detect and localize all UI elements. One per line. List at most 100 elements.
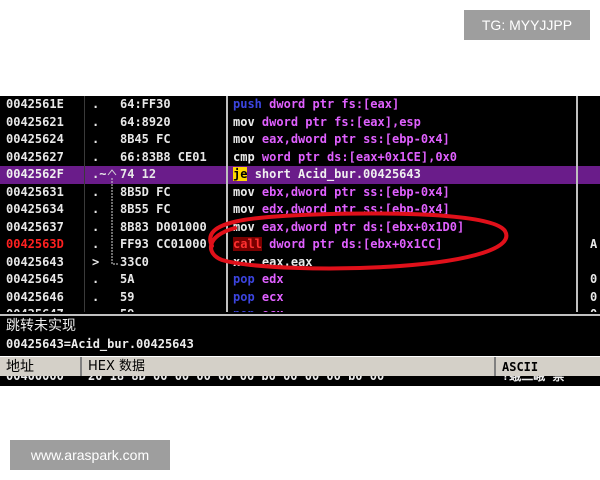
disasm-mnemonic: mov bbox=[233, 114, 255, 129]
disasm-comment: 0 bbox=[590, 289, 598, 304]
disasm-jump-flag: . bbox=[92, 184, 100, 199]
site-watermark: www.araspark.com bbox=[10, 440, 170, 470]
disasm-address: 00425647 bbox=[6, 306, 64, 312]
disasm-address: 00425637 bbox=[6, 219, 64, 234]
disasm-instruction: pop edx bbox=[233, 271, 284, 289]
disasm-address: 00425621 bbox=[6, 114, 64, 129]
disasm-instruction: mov eax,dword ptr ss:[ebp-0x4] bbox=[233, 131, 450, 149]
disasm-instruction: mov dword ptr fs:[eax],esp bbox=[233, 114, 421, 132]
disasm-mnemonic: pop bbox=[233, 272, 255, 286]
disasm-operands: ecx bbox=[262, 307, 284, 312]
tg-watermark: TG: MYYJJPP bbox=[464, 10, 590, 40]
disasm-instruction: xor eax,eax bbox=[233, 254, 313, 272]
disasm-instruction: pop ecx bbox=[233, 306, 284, 312]
disasm-mnemonic: call bbox=[233, 237, 262, 251]
disasm-row[interactable]: 00425627. 66:83B8 CE01 cmp word ptr ds:[ea… bbox=[0, 149, 600, 167]
disasm-operands: eax,dword ptr ss:[ebp-0x4] bbox=[261, 132, 450, 146]
disasm-hex-bytes: 59 bbox=[120, 306, 224, 312]
disasm-row[interactable]: 00425631. 8B5D FC mov ebx,dword ptr ss:[eb… bbox=[0, 184, 600, 202]
column-divider-hex[interactable] bbox=[226, 96, 228, 312]
disasm-instruction: cmp word ptr ds:[eax+0x1CE],0x0 bbox=[233, 149, 457, 167]
disasm-row[interactable]: 0042561E. 64:FF30 push dword ptr fs:[eax] bbox=[0, 96, 600, 114]
disasm-row[interactable]: 00425637. 8B83 D001000 mov eax,dword ptr d… bbox=[0, 219, 600, 237]
disasm-jump-flag: . bbox=[92, 272, 100, 286]
disasm-address: 00425643 bbox=[6, 254, 64, 269]
disasm-address: 0042563D bbox=[6, 237, 64, 251]
jump-status-text: 跳转未实现 bbox=[6, 318, 76, 334]
disassembly-pane[interactable]: 0042561E. 64:FF30 push dword ptr fs:[eax] 0… bbox=[0, 96, 600, 312]
dump-row-ascii: ?蛾二峨 崇 bbox=[502, 376, 565, 383]
disasm-comment: 0 bbox=[590, 272, 598, 286]
disasm-row[interactable]: 00425647. 59 pop ecx 0 bbox=[0, 306, 600, 312]
disasm-row[interactable]: 00425645. 5A pop edx 0 bbox=[0, 271, 600, 289]
disasm-hex-bytes: 59 bbox=[120, 289, 135, 304]
disasm-address: 0042562F bbox=[6, 167, 64, 181]
disasm-jump-flag: . bbox=[92, 306, 99, 312]
jump-target-text: 00425643=Acid_bur.00425643 bbox=[6, 337, 194, 351]
disasm-operands: dword ptr ds:[ebx+0x1CC] bbox=[269, 237, 443, 251]
debugger-panel: 0042561E. 64:FF30 push dword ptr fs:[eax] 0… bbox=[0, 96, 600, 386]
dump-header-hex[interactable]: HEX 数据 bbox=[82, 357, 496, 377]
disasm-hex-bytes: 64:8920 bbox=[120, 114, 171, 129]
disasm-jump-flag: .~ bbox=[92, 167, 107, 181]
disasm-operands: edx,dword ptr ss:[ebp-0x4] bbox=[261, 202, 450, 216]
disasm-address: 00425645 bbox=[6, 272, 64, 286]
disasm-address: 00425631 bbox=[6, 184, 64, 199]
disasm-row[interactable]: 00425621. 64:8920 mov dword ptr fs:[eax],e… bbox=[0, 114, 600, 132]
column-divider-comment[interactable] bbox=[576, 96, 578, 312]
disasm-comment: A bbox=[590, 237, 598, 251]
disasm-row[interactable]: 00425643 >33C0 xor eax,eax bbox=[0, 254, 600, 272]
disasm-hex-bytes: 74 12 bbox=[120, 167, 157, 181]
disasm-operands: dword ptr fs:[eax] bbox=[269, 97, 400, 111]
info-pane: 跳转未实现 00425643=Acid_bur.00425643 bbox=[0, 314, 600, 356]
disasm-instruction: call dword ptr ds:[ebx+0x1CC] bbox=[233, 236, 443, 254]
disasm-address: 0042561E bbox=[6, 97, 64, 111]
disasm-row[interactable]: 00425646. 59 pop ecx 0 bbox=[0, 289, 600, 307]
disasm-jump-flag: . bbox=[92, 114, 100, 129]
disasm-comment: 0 bbox=[590, 306, 597, 312]
disasm-row[interactable]: 00425634. 8B55 FC mov edx,dword ptr ss:[eb… bbox=[0, 201, 600, 219]
disasm-address: 00425627 bbox=[6, 149, 64, 164]
disasm-operands: short Acid_bur.00425643 bbox=[254, 167, 421, 181]
disasm-mnemonic: mov bbox=[233, 202, 255, 216]
disasm-jump-flag: . bbox=[92, 97, 100, 111]
disasm-address: 00425646 bbox=[6, 289, 64, 304]
disasm-mnemonic: je bbox=[233, 167, 248, 181]
disasm-hex-bytes: 33C0 bbox=[120, 254, 149, 269]
dump-header: 地址 HEX 数据 ASCII bbox=[0, 356, 600, 377]
disasm-hex-bytes: 5A bbox=[120, 272, 135, 286]
disasm-hex-bytes: 8B83 D001000 bbox=[120, 219, 207, 234]
disasm-operands: ecx bbox=[261, 289, 284, 304]
disasm-instruction: pop ecx bbox=[233, 289, 284, 307]
dump-header-ascii[interactable]: ASCII bbox=[496, 357, 600, 377]
disasm-jump-flag: . bbox=[92, 202, 100, 216]
disasm-address: 00425624 bbox=[6, 132, 64, 146]
disasm-jump-flag: . bbox=[92, 237, 100, 251]
disasm-mnemonic: push bbox=[233, 97, 262, 111]
disasm-hex-bytes: 8B5D FC bbox=[120, 184, 171, 199]
disasm-mnemonic: pop bbox=[233, 307, 255, 312]
disasm-row[interactable]: 0042563D. FF93 CC01000 call dword ptr ds:[… bbox=[0, 236, 600, 254]
dump-header-address[interactable]: 地址 bbox=[0, 357, 82, 377]
disasm-hex-bytes: 8B45 FC bbox=[120, 132, 171, 146]
disasm-row[interactable]: 0042562F .~ 74 12 je short Acid_bur.0042564… bbox=[0, 166, 600, 184]
disasm-mnemonic: cmp bbox=[233, 149, 255, 164]
disasm-jump-flag: . bbox=[92, 219, 100, 234]
disasm-operands: edx bbox=[261, 272, 284, 286]
disasm-row[interactable]: 00425624. 8B45 FC mov eax,dword ptr ss:[eb… bbox=[0, 131, 600, 149]
dump-row-address: 00400000 bbox=[6, 376, 64, 383]
disasm-instruction: mov edx,dword ptr ss:[ebp-0x4] bbox=[233, 201, 450, 219]
dump-row-hex: 20 18 8D 00 00 00 00 00 b0 00 00 00 b0 0… bbox=[88, 376, 385, 383]
disasm-address: 00425634 bbox=[6, 202, 64, 216]
disasm-hex-bytes: 66:83B8 CE01 bbox=[120, 149, 207, 164]
disasm-mnemonic: mov bbox=[233, 219, 255, 234]
disasm-instruction: mov ebx,dword ptr ss:[ebp-0x4] bbox=[233, 184, 450, 202]
disasm-mnemonic: mov bbox=[233, 132, 255, 146]
disasm-jump-flag: . bbox=[92, 132, 100, 146]
disasm-mnemonic: mov bbox=[233, 184, 255, 199]
dump-row[interactable]: 00400000 20 18 8D 00 00 00 00 00 b0 00 0… bbox=[0, 376, 600, 386]
disasm-mnemonic: xor bbox=[233, 254, 255, 269]
disasm-instruction: push dword ptr fs:[eax] bbox=[233, 96, 399, 114]
disasm-instruction: je short Acid_bur.00425643 bbox=[233, 166, 421, 184]
disasm-jump-flag: > bbox=[92, 254, 100, 269]
